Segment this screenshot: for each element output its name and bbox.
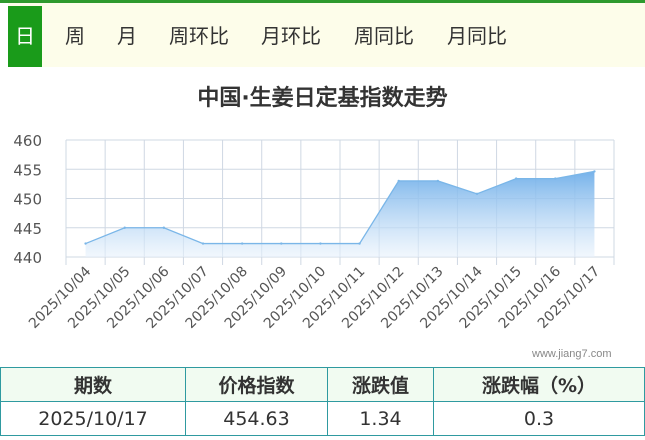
data-point — [593, 170, 596, 173]
header-period: 期数 — [0, 367, 186, 402]
data-point — [514, 177, 518, 180]
data-point — [280, 242, 283, 245]
data-point — [397, 179, 400, 183]
header-change-value: 涨跌值 — [327, 367, 434, 402]
data-point — [162, 226, 166, 229]
data-point — [123, 226, 126, 229]
y-tick-label: 460 — [13, 132, 42, 150]
data-point — [436, 179, 440, 183]
y-tick-label: 440 — [13, 249, 42, 267]
summary-header-row: 期数 价格指数 涨跌值 涨跌幅（%） — [0, 367, 645, 402]
data-point — [319, 242, 322, 245]
cell-change-percent: 0.3 — [433, 401, 645, 436]
header-change-percent: 涨跌幅（%） — [433, 367, 645, 402]
data-point — [554, 177, 557, 180]
summary-table: 期数 价格指数 涨跌值 涨跌幅（%） 2025/10/17 454.63 1.3… — [0, 367, 645, 436]
cell-period: 2025/10/17 — [0, 401, 186, 436]
y-tick-label: 455 — [13, 161, 42, 179]
cell-price-index: 454.63 — [185, 401, 328, 436]
data-point — [84, 242, 87, 245]
watermark: www.jiang7.com — [532, 348, 612, 360]
data-point — [240, 242, 244, 245]
data-point — [358, 242, 361, 245]
data-point — [475, 192, 479, 196]
data-point — [201, 242, 205, 245]
y-tick-label: 445 — [13, 220, 42, 238]
header-price-index: 价格指数 — [185, 367, 328, 402]
cell-change-value: 1.34 — [327, 401, 434, 436]
y-tick-label: 450 — [13, 191, 42, 209]
summary-data-row: 2025/10/17 454.63 1.34 0.3 — [0, 401, 645, 436]
